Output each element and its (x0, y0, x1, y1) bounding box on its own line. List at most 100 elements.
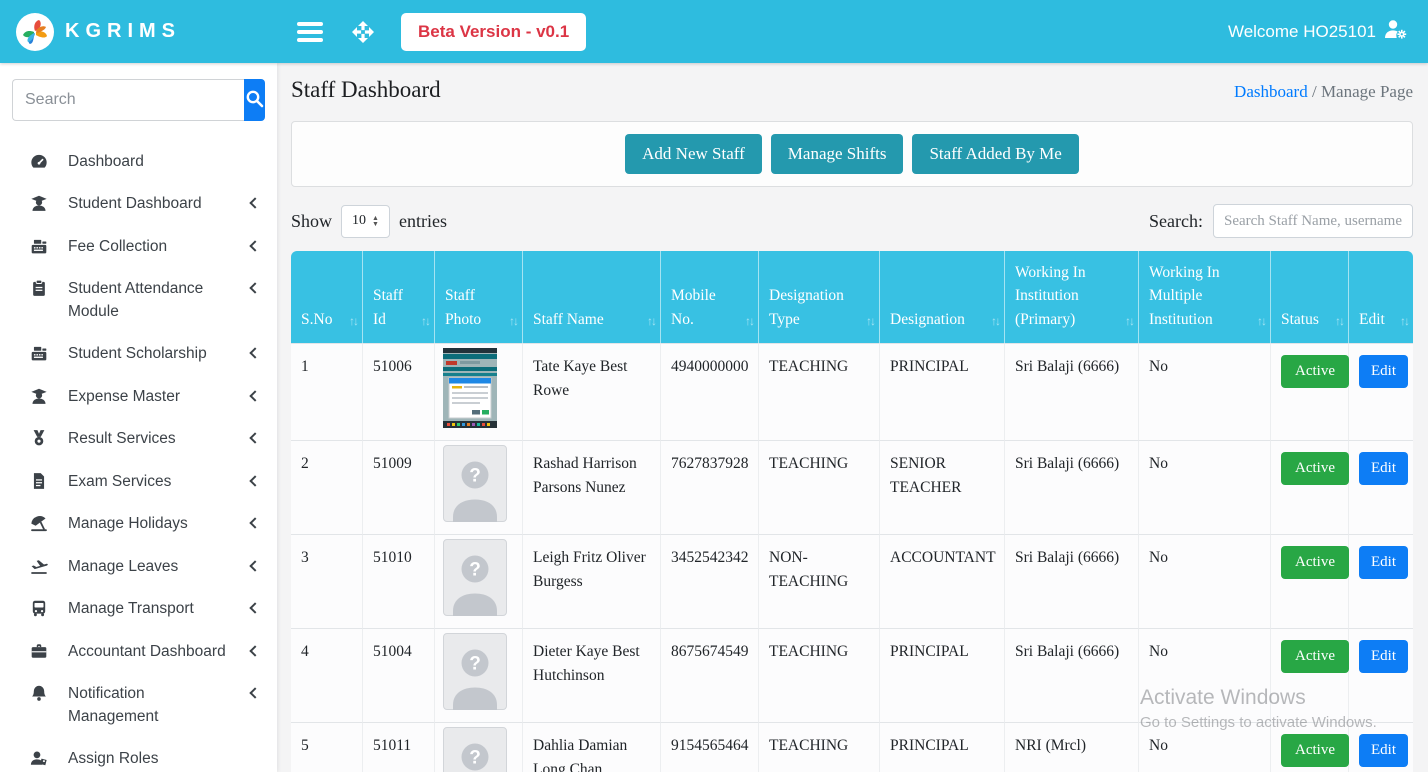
add-new-staff-button[interactable]: Add New Staff (625, 134, 762, 174)
cell-sno: 2 (291, 441, 363, 535)
cell-mobile: 7627837928 (661, 441, 759, 535)
clipboard-icon (30, 279, 50, 297)
staff-added-by-me-button[interactable]: Staff Added By Me (912, 134, 1078, 174)
column-header-designation-type[interactable]: Designation Type↑↓ (759, 251, 880, 343)
table-row: 3 51010 ? Leigh Fritz Oliver Burgess 345… (291, 535, 1413, 629)
brand-text: KGRIMS (65, 20, 181, 43)
sort-icon: ↑↓ (991, 312, 999, 330)
user-gear-icon (1384, 19, 1408, 44)
cell-sno: 5 (291, 723, 363, 772)
column-header-s-no[interactable]: S.No↑↓ (291, 251, 363, 343)
user-menu[interactable]: Welcome HO25101 (1228, 19, 1428, 44)
entries-per-page-select[interactable]: 10 ▲▼ (341, 205, 390, 238)
status-active-button[interactable]: Active (1281, 734, 1349, 767)
column-header-staff-photo[interactable]: Staff Photo↑↓ (435, 251, 523, 343)
cell-designation: ACCOUNTANT (880, 535, 1005, 629)
staff-actions-card: Add New StaffManage ShiftsStaff Added By… (291, 121, 1413, 187)
edit-button[interactable]: Edit (1359, 734, 1408, 767)
sidebar-search (12, 79, 265, 121)
cell-institution-primary: NRI (Mrcl) (1005, 723, 1139, 772)
staff-photo-thumbnail (443, 348, 497, 428)
sidebar-item-result-services[interactable]: Result Services (0, 418, 277, 460)
sidebar-item-manage-leaves[interactable]: Manage Leaves (0, 546, 277, 588)
sidebar-search-button[interactable] (244, 79, 265, 121)
sidebar-item-manage-transport[interactable]: Manage Transport (0, 588, 277, 630)
cell-multiple-institution: No (1139, 723, 1271, 772)
chevron-left-icon (249, 602, 260, 613)
column-header-designation[interactable]: Designation↑↓ (880, 251, 1005, 343)
manage-shifts-button[interactable]: Manage Shifts (771, 134, 904, 174)
sidebar-item-fee-collection[interactable]: Fee Collection (0, 226, 277, 268)
chevron-left-icon (249, 240, 260, 251)
column-header-working-in-institution-primary-[interactable]: Working In Institution (Primary)↑↓ (1005, 251, 1139, 343)
table-search-label: Search: (1149, 211, 1203, 232)
beta-version-button[interactable]: Beta Version - v0.1 (401, 13, 586, 51)
breadcrumb-dashboard-link[interactable]: Dashboard (1234, 82, 1308, 101)
cell-staff-photo: ? (435, 629, 523, 723)
sidebar-menu: Dashboard Student Dashboard Fee Collecti… (0, 129, 277, 772)
show-entries-control: Show 10 ▲▼ entries (291, 205, 447, 238)
cash-register-icon (30, 237, 50, 255)
breadcrumb: Dashboard / Manage Page (1234, 82, 1413, 102)
sidebar-item-exam-services[interactable]: Exam Services (0, 461, 277, 503)
cell-institution-primary: Sri Balaji (6666) (1005, 343, 1139, 441)
kgrims-logo-icon (16, 13, 54, 51)
status-active-button[interactable]: Active (1281, 452, 1349, 485)
sidebar-search-input[interactable] (12, 79, 244, 121)
column-header-staff-name[interactable]: Staff Name↑↓ (523, 251, 661, 343)
hamburger-menu-icon[interactable] (297, 22, 323, 42)
status-active-button[interactable]: Active (1281, 640, 1349, 673)
umbrella-beach-icon (30, 514, 50, 532)
sort-icon: ↑↓ (866, 312, 874, 330)
sort-icon: ↑↓ (1125, 312, 1133, 330)
table-row: 5 51011 ? Dahlia Damian Long Chan 915456… (291, 723, 1413, 772)
table-search-input[interactable] (1213, 204, 1413, 238)
sidebar-item-student-dashboard[interactable]: Student Dashboard (0, 183, 277, 225)
cell-staff-id: 51009 (363, 441, 435, 535)
user-graduate-icon (30, 194, 50, 212)
column-header-working-in-multiple-institution[interactable]: Working In Multiple Institution↑↓ (1139, 251, 1271, 343)
medal-icon (30, 429, 50, 447)
file-icon (30, 472, 50, 490)
chevron-left-icon (249, 687, 260, 698)
cell-multiple-institution: No (1139, 629, 1271, 723)
cell-staff-name: Leigh Fritz Oliver Burgess (523, 535, 661, 629)
sidebar-item-student-attendance-module[interactable]: Student Attendance Module (0, 268, 277, 333)
sidebar-item-expense-master[interactable]: Expense Master (0, 376, 277, 418)
edit-button[interactable]: Edit (1359, 640, 1408, 673)
sidebar-item-manage-holidays[interactable]: Manage Holidays (0, 503, 277, 545)
column-header-mobile-no-[interactable]: Mobile No.↑↓ (661, 251, 759, 343)
cell-staff-photo: ? (435, 723, 523, 772)
chevron-left-icon (249, 475, 260, 486)
cell-multiple-institution: No (1139, 343, 1271, 441)
status-active-button[interactable]: Active (1281, 355, 1349, 388)
cell-multiple-institution: No (1139, 535, 1271, 629)
sidebar-item-notification-management[interactable]: Notification Management (0, 673, 277, 738)
staff-photo-placeholder-icon: ? (443, 633, 507, 710)
sort-icon: ↑↓ (1335, 312, 1343, 330)
column-header-status[interactable]: Status↑↓ (1271, 251, 1349, 343)
sidebar: Dashboard Student Dashboard Fee Collecti… (0, 63, 277, 772)
user-roles-icon (30, 749, 50, 767)
staff-table: S.No↑↓Staff Id↑↓Staff Photo↑↓Staff Name↑… (291, 251, 1413, 772)
column-header-staff-id[interactable]: Staff Id↑↓ (363, 251, 435, 343)
sidebar-item-student-scholarship[interactable]: Student Scholarship (0, 333, 277, 375)
sort-icon: ↑↓ (1400, 312, 1408, 330)
edit-button[interactable]: Edit (1359, 546, 1408, 579)
sidebar-item-assign-roles[interactable]: Assign Roles (0, 738, 277, 772)
edit-button[interactable]: Edit (1359, 452, 1408, 485)
fullscreen-expand-icon[interactable] (351, 20, 375, 44)
column-header-edit[interactable]: Edit↑↓ (1349, 251, 1413, 343)
breadcrumb-separator: / (1312, 82, 1317, 101)
brand[interactable]: KGRIMS (0, 13, 277, 51)
chevron-left-icon (249, 518, 260, 529)
sidebar-item-accountant-dashboard[interactable]: Accountant Dashboard (0, 631, 277, 673)
edit-button[interactable]: Edit (1359, 355, 1408, 388)
status-active-button[interactable]: Active (1281, 546, 1349, 579)
svg-text:?: ? (469, 653, 481, 674)
cell-sno: 4 (291, 629, 363, 723)
sidebar-item-dashboard[interactable]: Dashboard (0, 141, 277, 183)
svg-text:?: ? (469, 747, 481, 768)
cell-staff-photo: ? (435, 441, 523, 535)
cell-mobile: 3452542342 (661, 535, 759, 629)
